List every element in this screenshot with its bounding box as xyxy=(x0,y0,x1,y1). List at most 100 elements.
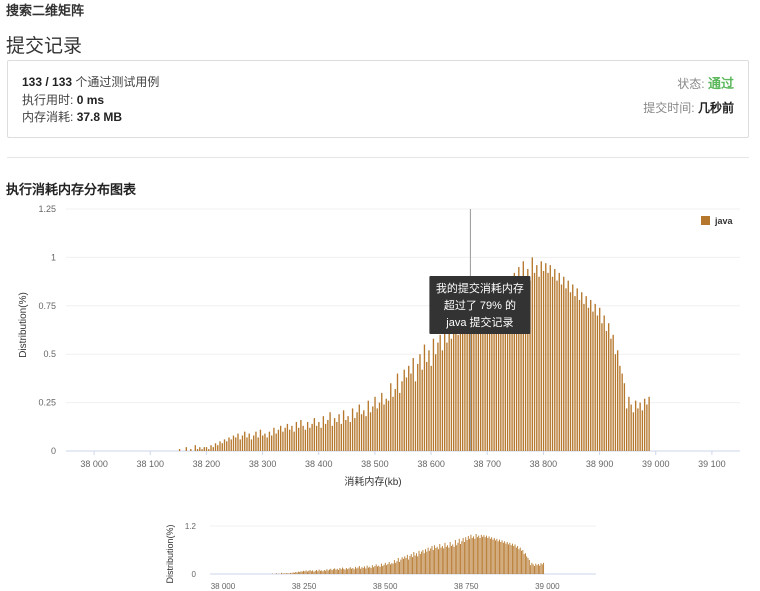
nav-bar xyxy=(486,535,487,574)
bar xyxy=(342,410,345,451)
nav-bar xyxy=(283,573,285,574)
nav-bar xyxy=(292,572,294,574)
nav-bar xyxy=(528,560,530,574)
nav-bar xyxy=(515,547,517,574)
x-tick-label: 38 300 xyxy=(249,459,277,469)
nav-bar xyxy=(318,569,320,574)
nav-bar xyxy=(325,570,327,574)
bar xyxy=(419,354,421,451)
bar xyxy=(444,330,446,451)
nav-bar xyxy=(377,566,378,574)
bar xyxy=(592,311,594,451)
bar xyxy=(547,272,549,451)
nav-bar xyxy=(331,570,333,574)
bar xyxy=(239,439,241,451)
nav-bar xyxy=(436,546,438,574)
bar xyxy=(268,431,271,451)
nav-bar xyxy=(521,550,522,574)
bar xyxy=(374,396,376,451)
nav-bar xyxy=(338,570,340,574)
nav-bar xyxy=(428,550,430,574)
bar xyxy=(302,425,304,451)
nav-bar xyxy=(340,569,342,574)
nav-bar xyxy=(312,570,314,574)
bar xyxy=(345,420,347,451)
nav-bar xyxy=(487,538,489,574)
bar xyxy=(605,330,608,451)
bar xyxy=(275,433,277,451)
bar xyxy=(475,327,477,451)
x-tick-label: 38 800 xyxy=(530,459,558,469)
status-value[interactable]: 通过 xyxy=(708,76,734,91)
nav-bar xyxy=(390,564,391,574)
nav-bar xyxy=(371,565,373,574)
nav-bar xyxy=(531,562,533,574)
nav-bar xyxy=(536,565,538,574)
bar xyxy=(452,327,455,451)
nav-bar xyxy=(400,559,402,574)
bar xyxy=(297,427,300,451)
problem-title[interactable]: 搜索二维矩阵 xyxy=(6,0,84,19)
nav-bar xyxy=(286,573,288,574)
nav-bar xyxy=(343,568,345,574)
nav-bar xyxy=(406,554,408,574)
bar xyxy=(542,270,545,451)
bar xyxy=(205,447,208,451)
nav-bar xyxy=(275,573,277,574)
passed-cases: 133 / 133 个通过测试用例 xyxy=(22,73,159,90)
nav-bar xyxy=(291,573,293,574)
nav-bar xyxy=(543,562,545,574)
bar xyxy=(394,389,396,451)
bar xyxy=(372,406,374,451)
nav-bar xyxy=(478,535,480,574)
navigator-chart[interactable]: 1.2 0 38 000 38 250 38 500 38 750 39 000 Distri… xyxy=(160,515,610,591)
nav-bar xyxy=(339,568,341,574)
nav-bar xyxy=(431,546,433,574)
memory: 内存消耗: 37.8 MB xyxy=(22,108,122,125)
nav-bar xyxy=(344,569,346,574)
nav-bar xyxy=(396,561,398,574)
nav-bar xyxy=(375,564,377,574)
bar xyxy=(428,350,430,451)
nav-bar xyxy=(460,544,461,574)
bar xyxy=(311,423,313,451)
bar xyxy=(641,410,644,451)
nav-bar xyxy=(309,570,311,574)
nav-bar xyxy=(295,572,297,574)
nav-bar xyxy=(415,553,417,574)
bar xyxy=(583,303,585,451)
bar xyxy=(223,439,226,451)
bar xyxy=(221,443,223,451)
nav-bar xyxy=(527,558,529,574)
bar xyxy=(331,425,334,451)
nav-bar xyxy=(462,538,464,574)
memory-distribution-chart[interactable]: 0 0.25 0.5 0.75 1 1.25 38 000 38 100 38 200 38 30… xyxy=(0,200,760,495)
bar xyxy=(324,423,327,451)
bar xyxy=(282,431,284,451)
nav-bar xyxy=(499,539,500,574)
bar xyxy=(262,435,264,451)
bar xyxy=(279,425,282,451)
nav-bar xyxy=(474,538,476,574)
bar xyxy=(210,445,212,451)
passed-count: 133 / 133 xyxy=(22,75,73,89)
nav-bar xyxy=(358,566,360,574)
x-tick-label: 38 600 xyxy=(417,459,445,469)
nav-bar xyxy=(430,548,432,574)
nav-bar xyxy=(438,549,439,574)
bar xyxy=(643,398,646,451)
bar xyxy=(320,427,322,451)
nav-bar xyxy=(399,562,401,574)
bar xyxy=(484,323,486,451)
bar xyxy=(392,396,394,451)
bar xyxy=(441,350,444,451)
nav-y-tick-label: 0 xyxy=(192,570,197,579)
nav-bar xyxy=(366,565,368,574)
nav-bar xyxy=(452,544,454,574)
nav-bar xyxy=(501,540,503,574)
bar xyxy=(300,420,302,451)
bar xyxy=(199,447,201,451)
bar xyxy=(271,435,273,451)
bar xyxy=(219,441,221,451)
x-tick-label: 38 500 xyxy=(361,459,389,469)
